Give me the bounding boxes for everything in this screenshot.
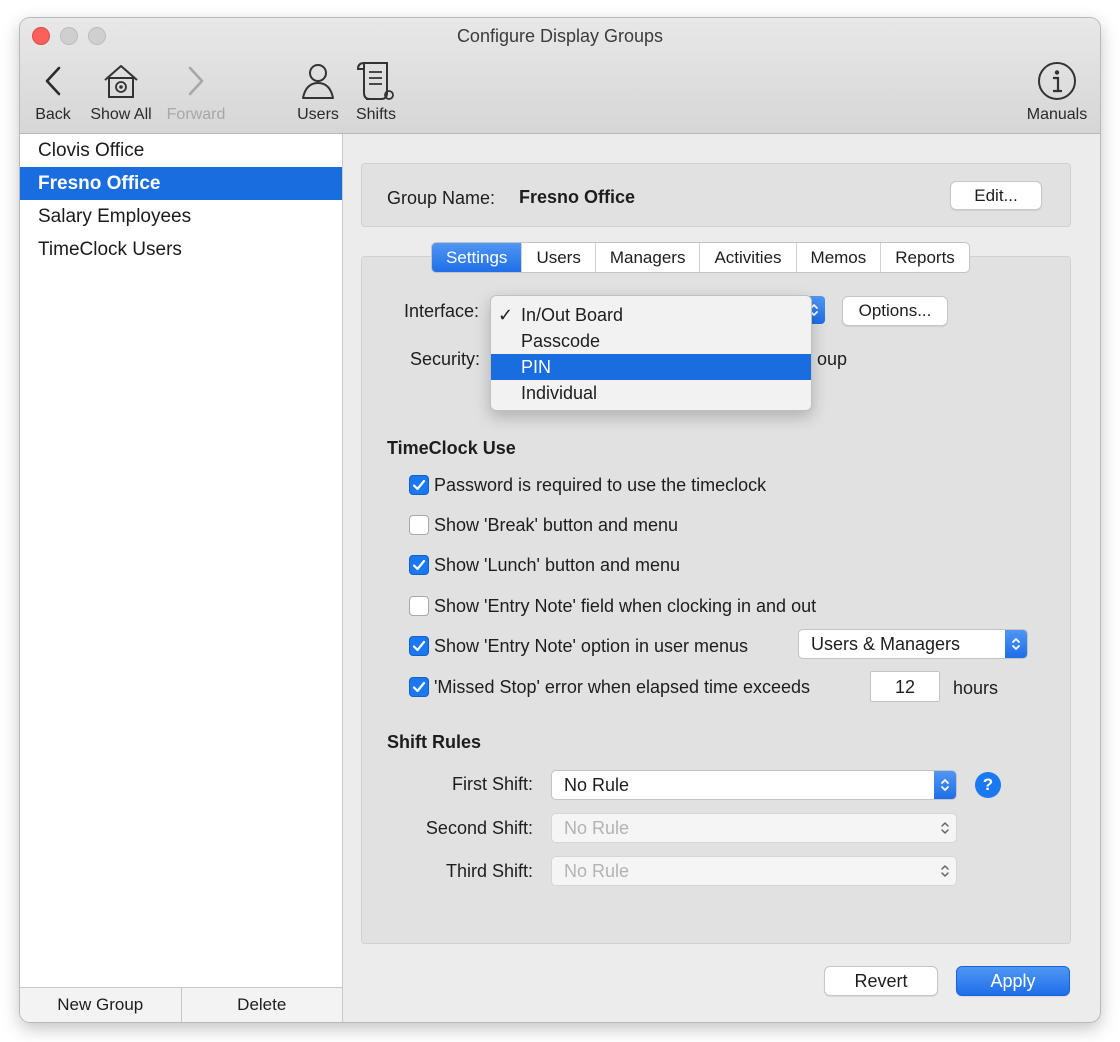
edit-button[interactable]: Edit... [950,181,1042,210]
user-icon [292,56,344,106]
show-all-label: Show All [90,106,152,123]
hours-label: hours [953,678,999,698]
group-name-value: Fresno Office [519,187,636,207]
group-name-label: Group Name: [387,188,496,208]
group-item-timeclock-users[interactable]: TimeClock Users [20,233,342,266]
sidebar-footer: New Group Delete [20,987,342,1022]
manuals-button[interactable]: Manuals [1022,56,1092,124]
group-item-fresno-office[interactable]: Fresno Office [20,167,342,200]
checkmark-icon [412,681,426,693]
window-title: Configure Display Groups [456,26,664,46]
show-lunch-checkbox[interactable] [409,555,429,575]
new-group-button[interactable]: New Group [20,988,182,1022]
scroll-document-icon [350,56,402,106]
entry-note-field-checkbox[interactable] [409,596,429,616]
menu-item-passcode[interactable]: Passcode [491,328,811,354]
updown-arrows-icon [934,857,956,885]
interface-dropdown-menu: ✓ In/Out Board Passcode PIN Individual [490,295,812,411]
tab-managers[interactable]: Managers [596,243,701,272]
updown-arrows-icon [934,814,956,842]
back-label: Back [35,106,71,123]
first-shift-select[interactable]: No Rule [551,770,957,800]
group-item-clovis-office[interactable]: Clovis Office [20,134,342,167]
interface-label: Interface: [404,301,480,321]
menu-item-label: Passcode [521,331,601,351]
second-shift-label: Second Shift: [425,818,533,838]
tab-settings[interactable]: Settings [432,243,523,272]
password-required-checkbox[interactable] [409,475,429,495]
help-icon[interactable]: ? [975,772,1001,798]
back-button[interactable]: Back [26,56,80,124]
tab-reports[interactable]: Reports [881,243,969,272]
password-required-label: Password is required to use the timecloc… [434,475,767,495]
chevron-left-icon [26,56,80,106]
entry-note-users-select[interactable]: Users & Managers [798,629,1028,659]
shift-rules-heading: Shift Rules [387,732,482,752]
gear-house-icon [86,56,156,106]
shifts-button[interactable]: Shifts [350,56,402,124]
third-shift-select[interactable]: No Rule [551,856,957,886]
security-value-text: oup [817,349,848,369]
shifts-label: Shifts [355,106,396,123]
menu-item-individual[interactable]: Individual [491,380,811,406]
entry-note-option-label: Show 'Entry Note' option in user menus [434,636,749,656]
checkmark-icon [412,559,426,571]
delete-group-button[interactable]: Delete [182,988,343,1022]
apply-button[interactable]: Apply [956,966,1070,996]
checkmark-icon: ✓ [498,305,514,325]
chevron-right-icon [162,56,230,106]
security-label: Security: [410,349,481,369]
missed-stop-checkbox[interactable] [409,677,429,697]
tab-bar: Settings Users Managers Activities Memos… [431,242,970,273]
menu-item-label: Individual [521,383,598,403]
second-shift-select[interactable]: No Rule [551,813,957,843]
group-list-sidebar: Clovis Office Fresno Office Salary Emplo… [20,134,343,1022]
tab-users[interactable]: Users [522,243,596,272]
second-shift-value: No Rule [564,818,630,838]
forward-label: Forward [166,106,226,123]
missed-stop-hours-input[interactable]: 12 [870,671,940,702]
forward-button[interactable]: Forward [162,56,230,124]
users-label: Users [297,106,339,123]
menu-item-label: In/Out Board [521,305,624,325]
entry-note-select-value: Users & Managers [811,634,961,654]
show-lunch-label: Show 'Lunch' button and menu [434,555,681,575]
menu-item-label: PIN [521,357,552,377]
entry-note-field-label: Show 'Entry Note' field when clocking in… [434,596,817,616]
group-item-salary-employees[interactable]: Salary Employees [20,200,342,233]
app-window: Configure Display Groups Back Show All F… [20,18,1100,1022]
missed-stop-label: 'Missed Stop' error when elapsed time ex… [434,677,811,697]
info-icon [1022,56,1092,106]
checkmark-icon [412,640,426,652]
tab-activities[interactable]: Activities [700,243,797,272]
first-shift-value: No Rule [564,775,630,795]
revert-button[interactable]: Revert [824,966,938,996]
titlebar: Configure Display Groups Back Show All F… [20,18,1100,134]
checkmark-icon [412,479,426,491]
options-button[interactable]: Options... [842,296,948,326]
third-shift-label: Third Shift: [445,861,533,881]
menu-item-pin[interactable]: PIN [491,354,811,380]
first-shift-label: First Shift: [451,774,533,794]
show-break-label: Show 'Break' button and menu [434,515,679,535]
updown-arrows-icon [1005,630,1027,658]
manuals-label: Manuals [1026,106,1088,123]
users-button[interactable]: Users [292,56,344,124]
menu-item-in-out-board[interactable]: ✓ In/Out Board [491,302,811,328]
third-shift-value: No Rule [564,861,630,881]
updown-arrows-icon [934,771,956,799]
tab-memos[interactable]: Memos [797,243,882,272]
entry-note-option-checkbox[interactable] [409,636,429,656]
show-all-button[interactable]: Show All [86,56,156,124]
show-break-checkbox[interactable] [409,515,429,535]
timeclock-use-heading: TimeClock Use [387,438,516,458]
